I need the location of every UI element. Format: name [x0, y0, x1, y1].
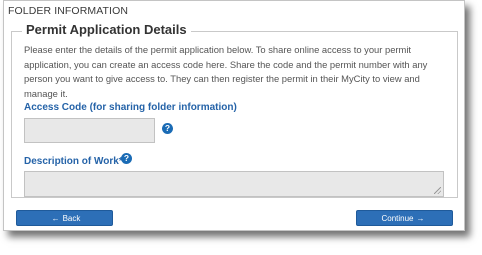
help-glyph: ? [123, 153, 130, 163]
back-button-label: Back [62, 214, 81, 223]
question-circle-icon[interactable]: ? [121, 153, 132, 164]
back-button[interactable]: ← Back [16, 210, 113, 226]
continue-button[interactable]: Continue → [356, 210, 453, 226]
description-of-work-label: Description of Work* [24, 156, 123, 167]
access-code-label: Access Code (for sharing folder informat… [24, 102, 237, 113]
access-code-input[interactable] [24, 118, 155, 143]
continue-button-label: Continue [381, 214, 414, 223]
folder-information-panel: FOLDER INFORMATION Permit Application De… [3, 0, 465, 231]
help-glyph: ? [164, 123, 171, 133]
description-of-work-textarea[interactable] [24, 171, 444, 197]
arrow-left-icon: ← [51, 214, 60, 223]
arrow-right-icon: → [416, 214, 425, 223]
question-circle-icon[interactable]: ? [162, 123, 173, 134]
fieldset-legend: Permit Application Details [22, 22, 191, 37]
section-title: FOLDER INFORMATION [8, 5, 129, 17]
instructions-text: Please enter the details of the permit a… [24, 44, 428, 99]
resize-handle[interactable] [434, 187, 441, 194]
